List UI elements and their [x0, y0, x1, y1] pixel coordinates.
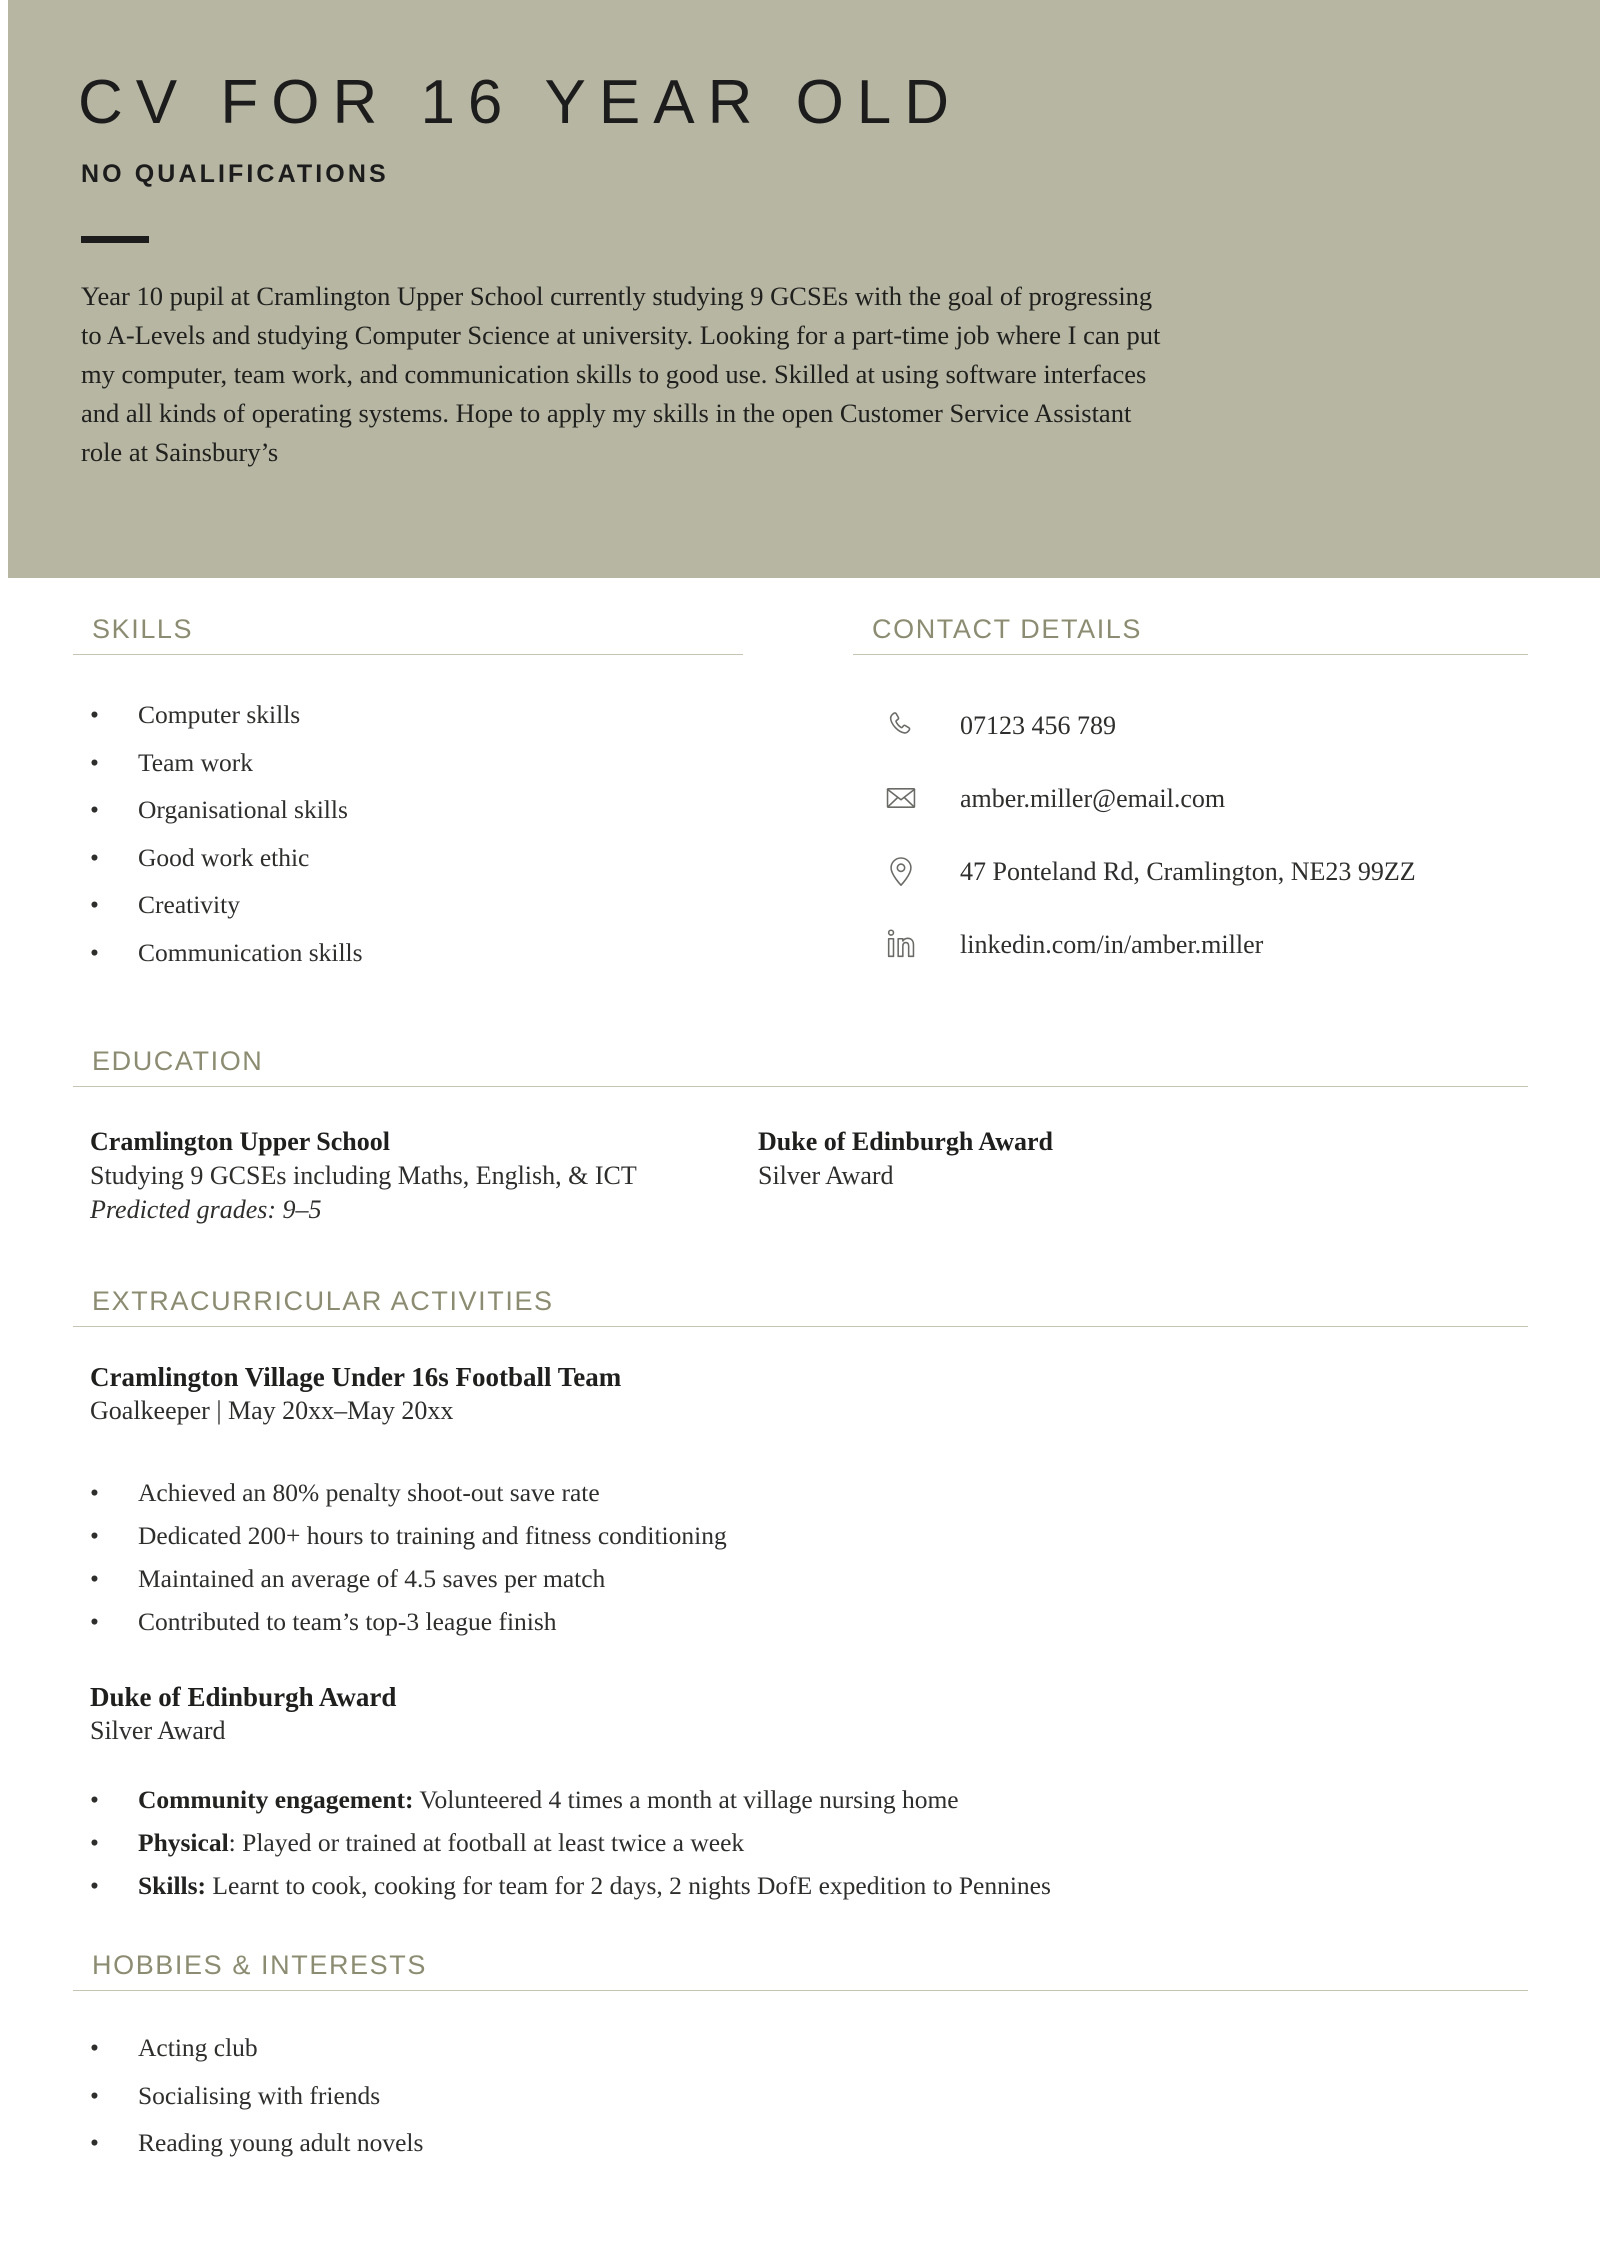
skill-label: Good work ethic [138, 842, 310, 872]
education-entry-school: Cramlington Upper School Studying 9 GCSE… [90, 1125, 637, 1227]
bullet-icon: • [90, 1564, 99, 1593]
phone-icon [884, 708, 918, 742]
bullet-icon: • [90, 1785, 99, 1814]
section-heading-education: EDUCATION [92, 1046, 264, 1076]
bullet-icon: • [90, 2033, 99, 2062]
cv-page: CV FOR 16 YEAR OLD NO QUALIFICATIONS Yea… [0, 0, 1600, 2263]
contact-value: 07123 456 789 [960, 711, 1116, 740]
education-dofe-subtitle: Silver Award [758, 1161, 894, 1190]
football-title: Cramlington Village Under 16s Football T… [90, 1362, 622, 1392]
football-bullet-item: • Contributed to team’s top-3 league fini… [90, 1609, 557, 1635]
skill-label: Communication skills [138, 937, 363, 967]
football-bullet-label: Maintained an average of 4.5 saves per m… [138, 1564, 606, 1593]
football-bullet-label: Contributed to team’s top-3 league finis… [138, 1607, 557, 1636]
skill-item: • Good work ethic [90, 842, 310, 872]
section-heading-extracurricular: EXTRACURRICULAR ACTIVITIES [92, 1286, 554, 1316]
education-school-grades: Predicted grades: 9–5 [90, 1195, 322, 1224]
bullet-icon: • [90, 1828, 99, 1857]
football-bullet-item: • Maintained an average of 4.5 saves per … [90, 1566, 605, 1592]
dofe-bullet-label: Skills: Learnt to cook, cooking for team… [138, 1871, 1051, 1900]
dofe-bullet-label: Community engagement: Volunteered 4 time… [138, 1785, 959, 1814]
bullet-icon: • [90, 795, 99, 824]
section-heading-skills: SKILLS [92, 614, 194, 644]
hobby-label: Reading young adult novels [138, 2128, 424, 2157]
contact-value: 47 Ponteland Rd, Cramlington, NE23 99ZZ [960, 857, 1416, 886]
hobby-item: • Socialising with friends [90, 2080, 381, 2110]
bullet-icon: • [90, 700, 99, 729]
skill-item: • Team work [90, 747, 254, 777]
dofe-bullet-label: Physical: Played or trained at football … [138, 1828, 745, 1857]
extracurricular-entry-dofe: Duke of Edinburgh Award Silver Award [90, 1680, 396, 1748]
bullet-icon: • [90, 1478, 99, 1507]
profile-summary: Year 10 pupil at Cramlington Upper Schoo… [81, 281, 1161, 467]
title-divider [81, 236, 149, 243]
skill-label: Computer skills [138, 700, 301, 729]
hobbies-divider [73, 1990, 1528, 1991]
bullet-icon: • [90, 937, 99, 967]
page-subtitle: NO QUALIFICATIONS [81, 160, 389, 188]
bullet-icon: • [90, 1521, 99, 1550]
skill-item: • Organisational skills [90, 797, 348, 823]
education-divider [73, 1086, 1528, 1087]
location-pin-icon [884, 854, 918, 888]
header-band: CV FOR 16 YEAR OLD NO QUALIFICATIONS Yea… [8, 0, 1600, 578]
football-bullet-label: Dedicated 200+ hours to training and fit… [138, 1521, 727, 1550]
dofe-subtitle: Silver Award [90, 1716, 226, 1745]
education-entry-dofe: Duke of Edinburgh Award Silver Award [758, 1125, 1053, 1193]
extracurricular-entry-football: Cramlington Village Under 16s Football T… [90, 1360, 621, 1428]
envelope-icon [884, 781, 918, 815]
bullet-icon: • [90, 1871, 99, 1900]
contact-value: linkedin.com/in/amber.miller [960, 930, 1264, 959]
skill-item: • Computer skills [90, 702, 300, 728]
education-school-subtitle: Studying 9 GCSEs including Maths, Englis… [90, 1161, 637, 1190]
bullet-icon: • [90, 890, 99, 919]
skill-item: • Creativity [90, 892, 240, 918]
hobby-label: Socialising with friends [138, 2080, 381, 2110]
page-title: CV FOR 16 YEAR OLD [78, 68, 963, 137]
bullet-icon: • [90, 842, 99, 872]
football-bullet-item: • Achieved an 80% penalty shoot-out save … [90, 1480, 600, 1506]
bullet-icon: • [90, 1607, 99, 1636]
football-bullet-item: • Dedicated 200+ hours to training and fi… [90, 1523, 727, 1549]
extracurricular-divider [73, 1326, 1528, 1327]
dofe-title: Duke of Edinburgh Award [90, 1682, 397, 1712]
skill-label: Organisational skills [138, 795, 348, 824]
football-subtitle: Goalkeeper | May 20xx–May 20xx [90, 1396, 454, 1425]
contact-value: amber.miller@email.com [960, 784, 1226, 813]
section-heading-contact: CONTACT DETAILS [872, 614, 1143, 644]
education-school-title: Cramlington Upper School [90, 1127, 390, 1156]
skill-label: Team work [138, 747, 254, 777]
dofe-bullet-item: • Physical: Played or trained at football… [90, 1830, 744, 1856]
dofe-bullet-item: • Skills: Learnt to cook, cooking for tea… [90, 1873, 1051, 1899]
linkedin-icon [884, 927, 918, 961]
hobby-item: • Reading young adult novels [90, 2130, 423, 2156]
contact-divider [853, 654, 1528, 655]
bullet-icon: • [90, 2128, 99, 2157]
bullet-icon: • [90, 2080, 99, 2110]
hobby-item: • Acting club [90, 2035, 258, 2061]
football-bullet-label: Achieved an 80% penalty shoot-out save r… [138, 1478, 600, 1507]
bullet-icon: • [90, 747, 99, 777]
education-dofe-title: Duke of Edinburgh Award [758, 1127, 1053, 1156]
section-heading-hobbies: HOBBIES & INTERESTS [92, 1950, 427, 1980]
skills-divider [73, 654, 743, 655]
skill-label: Creativity [138, 890, 240, 919]
dofe-bullet-item: • Community engagement: Volunteered 4 tim… [90, 1787, 959, 1813]
skill-item: • Communication skills [90, 937, 363, 967]
hobby-label: Acting club [138, 2033, 258, 2062]
